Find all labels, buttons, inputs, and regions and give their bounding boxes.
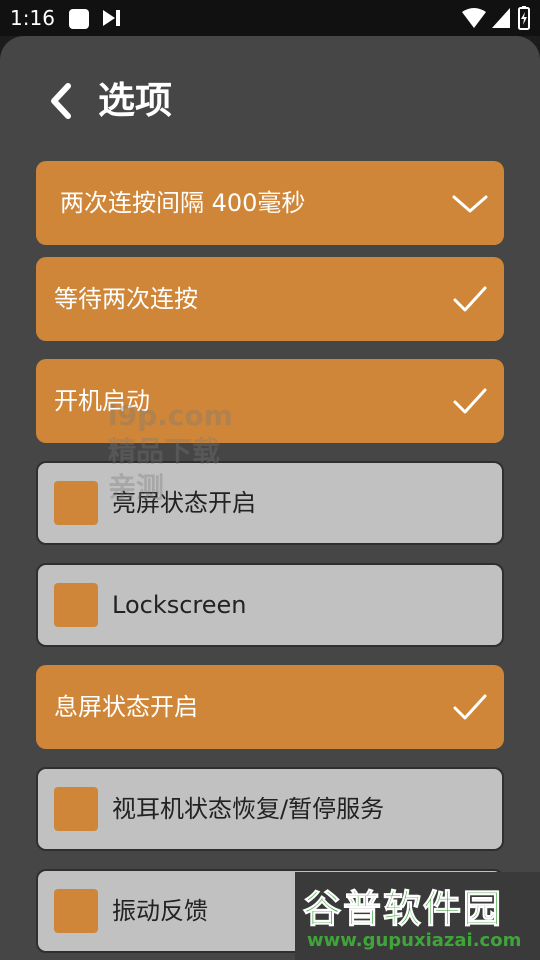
header: 选项: [0, 76, 540, 126]
options-panel: 选项 两次连按间隔 400毫秒 等待两次连按 开机启动 亮屏状态开启 Locks…: [0, 36, 540, 960]
notification-square-icon: [69, 9, 89, 29]
checkmark-icon: [453, 286, 487, 312]
checkbox[interactable]: [54, 787, 98, 831]
option-wait-double-press[interactable]: 等待两次连按: [36, 257, 504, 341]
option-label: 视耳机状态恢复/暂停服务: [112, 795, 385, 823]
page-title: 选项: [98, 79, 172, 122]
option-label: 息屏状态开启: [54, 693, 198, 721]
option-vibration-feedback[interactable]: 振动反馈: [36, 869, 504, 953]
wifi-icon: [462, 8, 486, 28]
status-bar: 1:16: [0, 0, 540, 36]
checkbox[interactable]: [54, 481, 98, 525]
option-label: Lockscreen: [112, 591, 247, 619]
option-double-press-interval[interactable]: 两次连按间隔 400毫秒: [36, 161, 504, 245]
option-label: 振动反馈: [112, 897, 208, 925]
option-start-on-boot[interactable]: 开机启动: [36, 359, 504, 443]
option-label: 亮屏状态开启: [112, 489, 256, 517]
checkmark-icon: [453, 694, 487, 720]
option-screen-off[interactable]: 息屏状态开启: [36, 665, 504, 749]
battery-charging-icon: [518, 6, 530, 30]
chevron-down-icon: [452, 195, 488, 213]
signal-icon: [492, 8, 510, 28]
option-label: 开机启动: [54, 387, 150, 415]
checkmark-icon: [453, 388, 487, 414]
option-lockscreen[interactable]: Lockscreen: [36, 563, 504, 647]
checkbox[interactable]: [54, 583, 98, 627]
option-screen-on[interactable]: 亮屏状态开启: [36, 461, 504, 545]
media-skip-icon: [103, 10, 120, 26]
option-headset-pause[interactable]: 视耳机状态恢复/暂停服务: [36, 767, 504, 851]
checkbox[interactable]: [54, 889, 98, 933]
option-label: 等待两次连按: [54, 285, 198, 313]
option-label: 两次连按间隔 400毫秒: [60, 189, 306, 217]
back-arrow-icon[interactable]: [44, 78, 80, 124]
status-time: 1:16: [10, 6, 55, 30]
